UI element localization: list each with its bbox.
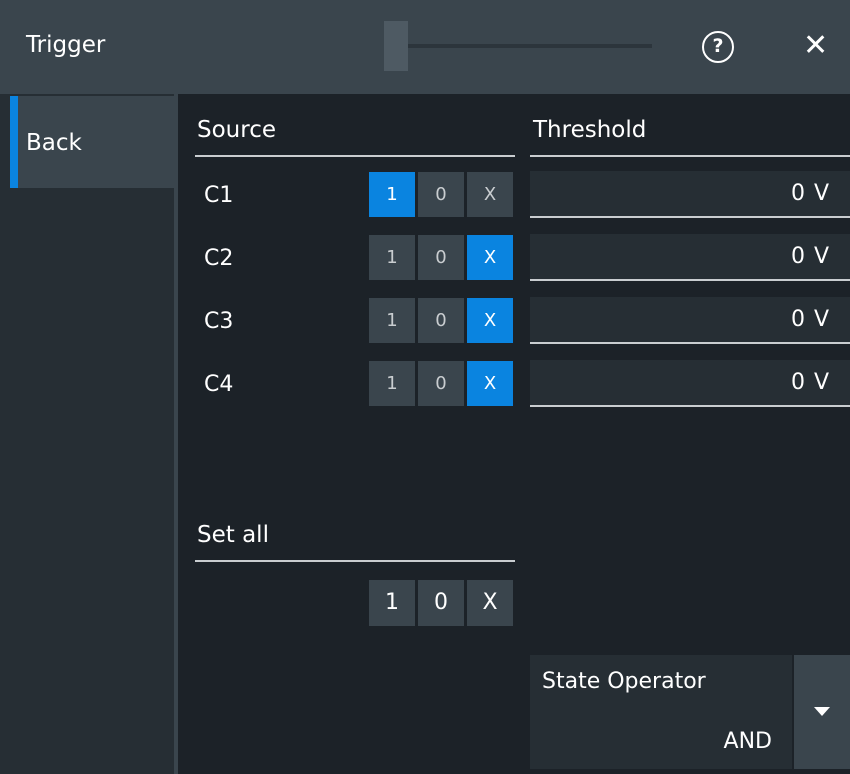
state-operator-select[interactable]: State Operator AND xyxy=(530,655,792,769)
c1-state-0-button[interactable]: 0 xyxy=(418,172,464,217)
threshold-field-c3[interactable]: 0 V xyxy=(530,297,850,344)
c1-state-1-button[interactable]: 1 xyxy=(369,172,415,217)
back-button[interactable]: Back xyxy=(10,96,176,188)
channel-label-c2: C2 xyxy=(204,246,234,271)
c4-state-0-button[interactable]: 0 xyxy=(418,361,464,406)
set-all-0-button[interactable]: 0 xyxy=(418,580,464,626)
c3-state-0-button[interactable]: 0 xyxy=(418,298,464,343)
c4-state-1-button[interactable]: 1 xyxy=(369,361,415,406)
back-accent-bar xyxy=(10,96,18,188)
c4-state-x-button[interactable]: X xyxy=(467,361,513,406)
back-label: Back xyxy=(26,130,82,156)
threshold-field-c2[interactable]: 0 V xyxy=(530,234,850,281)
threshold-value: 0 V xyxy=(790,244,830,269)
threshold-heading: Threshold xyxy=(533,117,647,143)
title-bar: Trigger ? ✕ xyxy=(0,0,850,94)
c3-state-1-button[interactable]: 1 xyxy=(369,298,415,343)
state-operator-value: AND xyxy=(723,729,772,754)
channel-label-c4: C4 xyxy=(204,372,234,397)
channel-label-c3: C3 xyxy=(204,309,234,334)
threshold-value: 0 V xyxy=(790,307,830,332)
help-icon[interactable]: ? xyxy=(702,31,734,63)
dialog-title: Trigger xyxy=(26,32,106,58)
channel-label-c1: C1 xyxy=(204,183,234,208)
c2-state-x-button[interactable]: X xyxy=(467,235,513,280)
threshold-field-c1[interactable]: 0 V xyxy=(530,171,850,218)
threshold-value: 0 V xyxy=(790,181,830,206)
state-operator-label: State Operator xyxy=(542,669,706,694)
set-all-x-button[interactable]: X xyxy=(467,580,513,626)
threshold-divider xyxy=(530,155,850,157)
drag-track xyxy=(408,44,652,48)
c3-state-x-button[interactable]: X xyxy=(467,298,513,343)
help-icon-glyph: ? xyxy=(712,35,724,57)
close-icon[interactable]: ✕ xyxy=(803,29,828,63)
c2-state-1-button[interactable]: 1 xyxy=(369,235,415,280)
state-operator-dropdown-button[interactable] xyxy=(794,655,850,769)
threshold-field-c4[interactable]: 0 V xyxy=(530,360,850,407)
set-all-heading: Set all xyxy=(197,522,269,548)
set-all-divider xyxy=(195,560,515,562)
drag-handle[interactable] xyxy=(384,21,408,71)
sidebar: Back xyxy=(0,94,178,774)
set-all-1-button[interactable]: 1 xyxy=(369,580,415,626)
c1-state-x-button[interactable]: X xyxy=(467,172,513,217)
threshold-value: 0 V xyxy=(790,370,830,395)
triangle-down-icon xyxy=(814,707,830,716)
source-divider xyxy=(195,155,515,157)
c2-state-0-button[interactable]: 0 xyxy=(418,235,464,280)
source-heading: Source xyxy=(197,117,276,143)
